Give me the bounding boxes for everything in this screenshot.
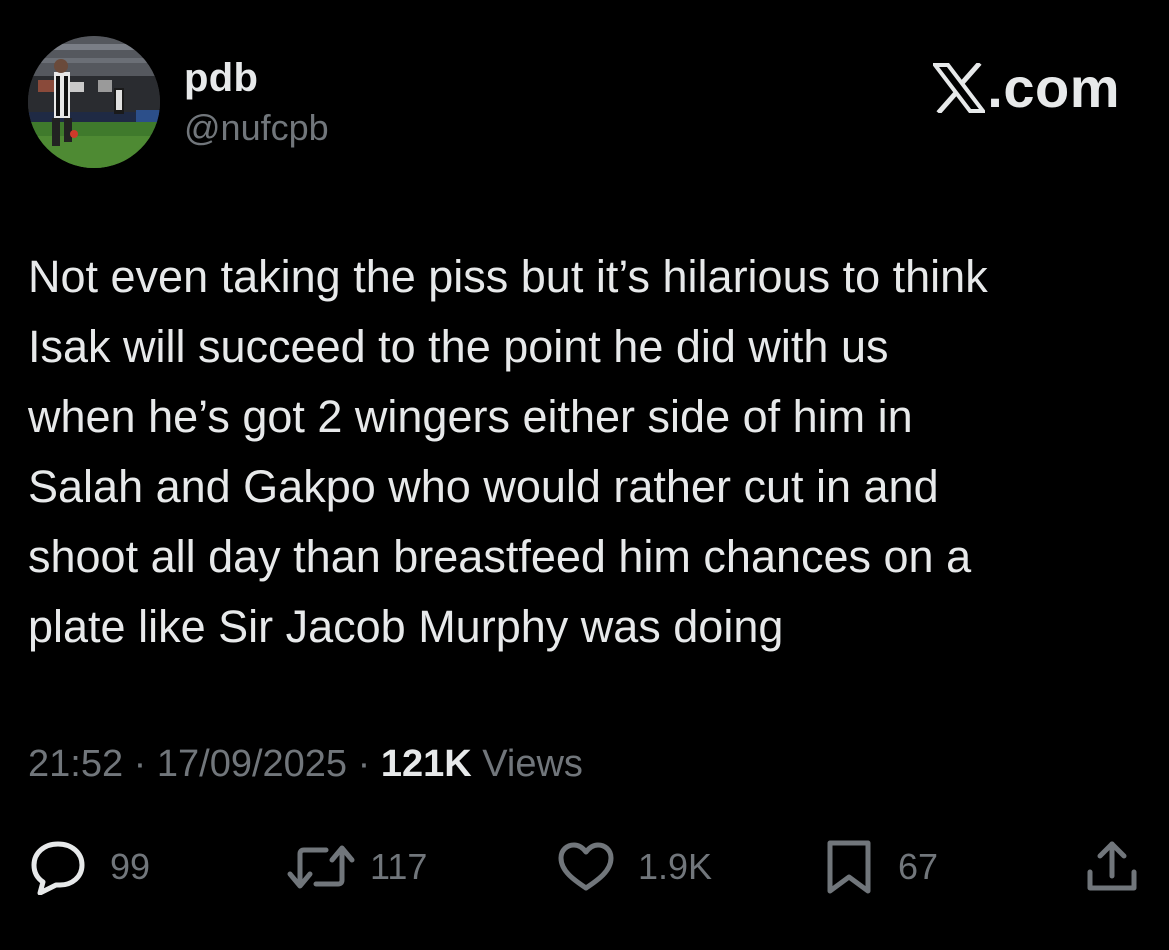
tweet-text: Not even taking the piss but it’s hilari… — [28, 251, 988, 652]
meta-separator: · — [133, 743, 147, 785]
views-label: Views — [482, 743, 583, 785]
share-button[interactable] — [1084, 832, 1140, 902]
x-logo-icon — [931, 61, 988, 115]
reply-button[interactable]: 99 — [28, 832, 150, 902]
reply-count: 99 — [110, 846, 151, 887]
author-handle[interactable]: @nufcpb — [184, 108, 329, 148]
author-display-name[interactable]: pdb — [184, 56, 329, 100]
like-button[interactable]: 1.9K — [556, 832, 712, 902]
bookmark-icon — [822, 837, 876, 897]
bookmark-button[interactable]: 67 — [822, 832, 938, 902]
repost-icon — [286, 840, 356, 894]
bookmark-count: 67 — [898, 846, 939, 887]
avatar-photo — [28, 36, 160, 168]
tweet-meta: 21:52 · 17/09/2025 · 121K Views — [28, 740, 583, 788]
heart-icon — [556, 840, 616, 894]
reply-icon — [28, 839, 88, 895]
share-icon — [1084, 838, 1140, 896]
like-count: 1.9K — [638, 846, 713, 887]
views-count[interactable]: 121K — [381, 743, 472, 785]
tweet-time[interactable]: 21:52 — [28, 743, 123, 785]
tweet-header: pdb @nufcpb .com — [28, 36, 1128, 172]
avatar[interactable] — [28, 36, 160, 168]
author-info[interactable]: pdb @nufcpb — [184, 56, 329, 148]
brand-watermark: .com — [931, 56, 1120, 119]
tweet-date[interactable]: 17/09/2025 — [157, 743, 347, 785]
action-bar: 99 117 1.9K 67 — [0, 832, 1169, 902]
repost-button[interactable]: 117 — [286, 832, 427, 902]
brand-domain-text: .com — [987, 56, 1120, 119]
meta-separator: · — [357, 743, 371, 785]
repost-count: 117 — [370, 846, 428, 887]
